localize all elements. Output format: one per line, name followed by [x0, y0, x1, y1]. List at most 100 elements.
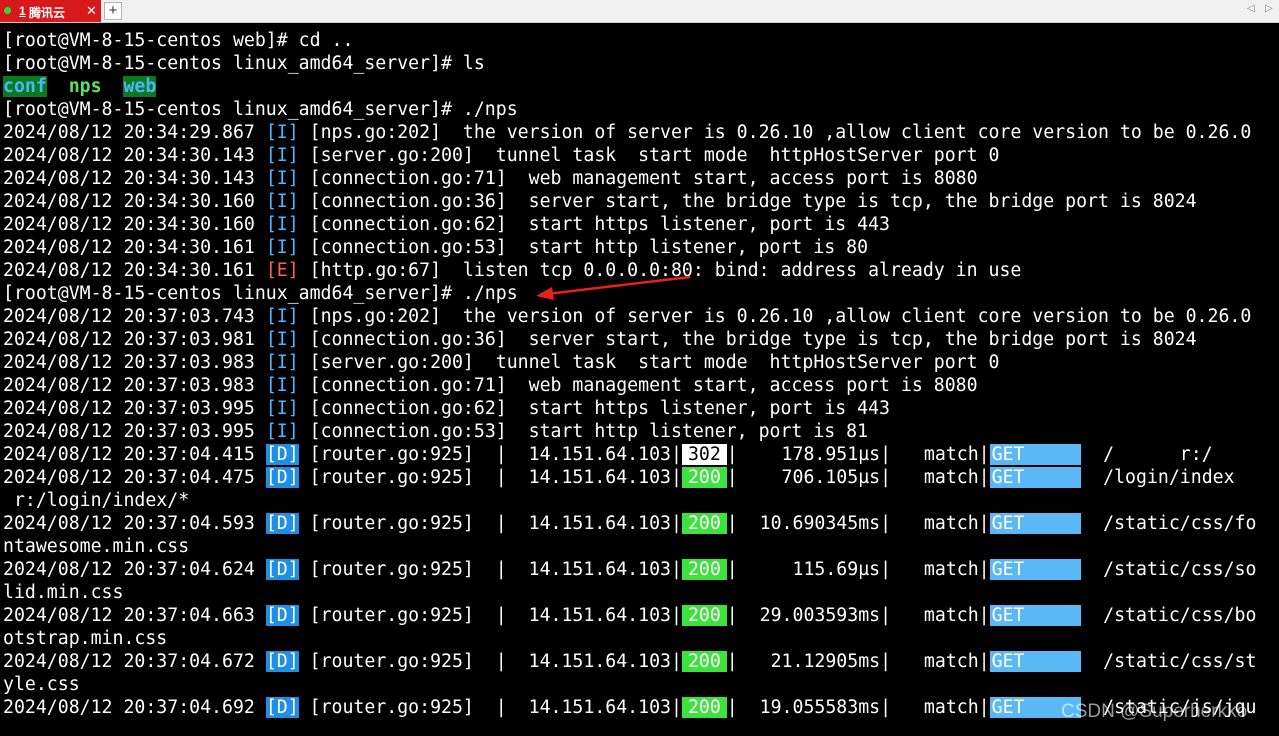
client-ip: 14.151.64.103 [528, 559, 671, 580]
log-timestamp: 2024/08/12 20:34:30.161 [3, 237, 255, 258]
log-timestamp: 2024/08/12 20:37:04.624 [3, 559, 255, 580]
client-ip: 14.151.64.103 [528, 467, 671, 488]
status-code-badge: 302 [681, 444, 727, 465]
client-ip: 14.151.64.103 [528, 605, 671, 626]
log-level: [I] [265, 398, 299, 419]
client-ip: 14.151.64.103 [528, 697, 671, 718]
match-label: match [923, 444, 979, 465]
log-level: [I] [265, 329, 299, 350]
log-level: [I] [265, 122, 299, 143]
log-timestamp: 2024/08/12 20:37:03.743 [3, 306, 255, 327]
log-message: [nps.go:202] the version of server is 0.… [309, 306, 1252, 327]
log-timestamp: 2024/08/12 20:34:30.160 [3, 191, 255, 212]
match-label: match [923, 513, 979, 534]
client-ip: 14.151.64.103 [528, 513, 671, 534]
log-line: 2024/08/12 20:34:30.161 [I] [connection.… [3, 236, 868, 259]
log-timestamp: 2024/08/12 20:34:30.143 [3, 145, 255, 166]
log-message: [connection.go:71] web management start,… [309, 375, 978, 396]
request-log-wrap: r:/login/index/* [3, 490, 190, 511]
status-code-badge: 200 [681, 697, 727, 718]
log-level: [D] [265, 467, 299, 488]
dir-conf: conf [3, 76, 47, 97]
log-line: 2024/08/12 20:37:03.983 [I] [server.go:2… [3, 351, 999, 374]
add-tab-button[interactable]: + [104, 2, 122, 20]
log-source: [router.go:925] [309, 513, 474, 534]
file-nps: nps [68, 76, 102, 97]
log-timestamp: 2024/08/12 20:37:03.983 [3, 352, 255, 373]
request-log-line: 2024/08/12 20:37:04.475 [D] [router.go:9… [3, 467, 1235, 488]
request-log-wrap: ntawesome.min.css [3, 536, 190, 557]
log-source: [router.go:925] [309, 559, 474, 580]
session-tab[interactable]: 1 腾讯云 ✕ [0, 0, 101, 22]
log-timestamp: 2024/08/12 20:34:30.161 [3, 260, 255, 281]
log-line: 2024/08/12 20:37:03.995 [I] [connection.… [3, 420, 868, 443]
log-line: 2024/08/12 20:34:30.160 [I] [connection.… [3, 190, 1197, 213]
log-source: [router.go:925] [309, 651, 474, 672]
close-tab-icon[interactable]: ✕ [86, 3, 97, 19]
log-timestamp: 2024/08/12 20:37:04.475 [3, 467, 255, 488]
method-badge: GET [989, 467, 1082, 488]
tab-title: 腾讯云 [29, 6, 66, 20]
request-duration: 10.690345ms [759, 513, 881, 534]
status-code-badge: 200 [681, 513, 727, 534]
method-badge: GET [989, 444, 1082, 465]
log-timestamp: 2024/08/12 20:37:04.663 [3, 605, 255, 626]
method-badge: GET [989, 513, 1082, 534]
request-duration: 21.12905ms [770, 651, 881, 672]
log-timestamp: 2024/08/12 20:37:04.672 [3, 651, 255, 672]
tab-number: 1 [19, 4, 26, 18]
log-message: [connection.go:62] start https listener,… [309, 398, 890, 419]
status-code-badge: 200 [681, 651, 727, 672]
log-line: 2024/08/12 20:37:03.995 [I] [connection.… [3, 397, 890, 420]
log-level: [D] [265, 605, 299, 626]
method-badge: GET [989, 559, 1082, 580]
log-level: [D] [265, 559, 299, 580]
match-label: match [923, 605, 979, 626]
log-level: [I] [265, 214, 299, 235]
log-message: [connection.go:62] start https listener,… [309, 214, 890, 235]
terminal-output[interactable]: [root@VM-8-15-centos web]# cd .. [root@V… [0, 29, 1279, 736]
watermark: CSDN @Superherkko [1061, 701, 1248, 722]
log-level: [I] [265, 191, 299, 212]
scroll-right-icon[interactable]: ▷ [1265, 3, 1273, 14]
status-code-badge: 200 [681, 605, 727, 626]
log-level: [D] [265, 513, 299, 534]
log-message: [connection.go:53] start http listener, … [309, 237, 869, 258]
log-level: [I] [265, 145, 299, 166]
log-message: [connection.go:71] web management start,… [309, 168, 978, 189]
request-path: / r:/ [1103, 444, 1213, 465]
request-duration: 29.003593ms [759, 605, 881, 626]
request-duration: 178.951µs [781, 444, 881, 465]
method-badge: GET [989, 605, 1082, 626]
status-code-badge: 200 [681, 467, 727, 488]
match-label: match [923, 467, 979, 488]
request-duration: 19.055583ms [759, 697, 881, 718]
log-timestamp: 2024/08/12 20:34:30.160 [3, 214, 255, 235]
ls-output-line: conf nps web [3, 75, 157, 98]
log-timestamp: 2024/08/12 20:37:04.692 [3, 697, 255, 718]
scroll-left-icon[interactable]: ◁ [1247, 3, 1255, 14]
terminal-line: [root@VM-8-15-centos linux_amd64_server]… [3, 99, 518, 120]
log-line-error: 2024/08/12 20:34:30.161 [E] [http.go:67]… [3, 259, 1021, 282]
status-code-badge: 200 [681, 559, 727, 580]
log-message: [server.go:200] tunnel task start mode h… [309, 145, 1000, 166]
request-path: /login/index [1103, 467, 1235, 488]
terminal-line: [root@VM-8-15-centos linux_amd64_server]… [3, 53, 485, 74]
log-message: [nps.go:202] the version of server is 0.… [309, 122, 1252, 143]
log-message: [http.go:67] listen tcp 0.0.0.0:80: bind… [309, 260, 1022, 281]
match-label: match [923, 697, 979, 718]
connection-status-icon [4, 7, 11, 14]
log-level: [I] [265, 375, 299, 396]
log-line: 2024/08/12 20:34:30.143 [I] [server.go:2… [3, 144, 999, 167]
log-line: 2024/08/12 20:34:30.160 [I] [connection.… [3, 213, 890, 236]
log-level: [D] [265, 444, 299, 465]
method-badge: GET [989, 651, 1082, 672]
log-source: [router.go:925] [309, 605, 474, 626]
request-path: /static/css/bo [1103, 605, 1257, 626]
match-label: match [923, 651, 979, 672]
log-timestamp: 2024/08/12 20:37:03.995 [3, 398, 255, 419]
tab-bar: 1 腾讯云 ✕ + ◁ ▷ [0, 0, 1279, 23]
log-message: [connection.go:36] server start, the bri… [309, 329, 1197, 350]
log-level: [I] [265, 168, 299, 189]
request-path: /static/css/so [1103, 559, 1257, 580]
